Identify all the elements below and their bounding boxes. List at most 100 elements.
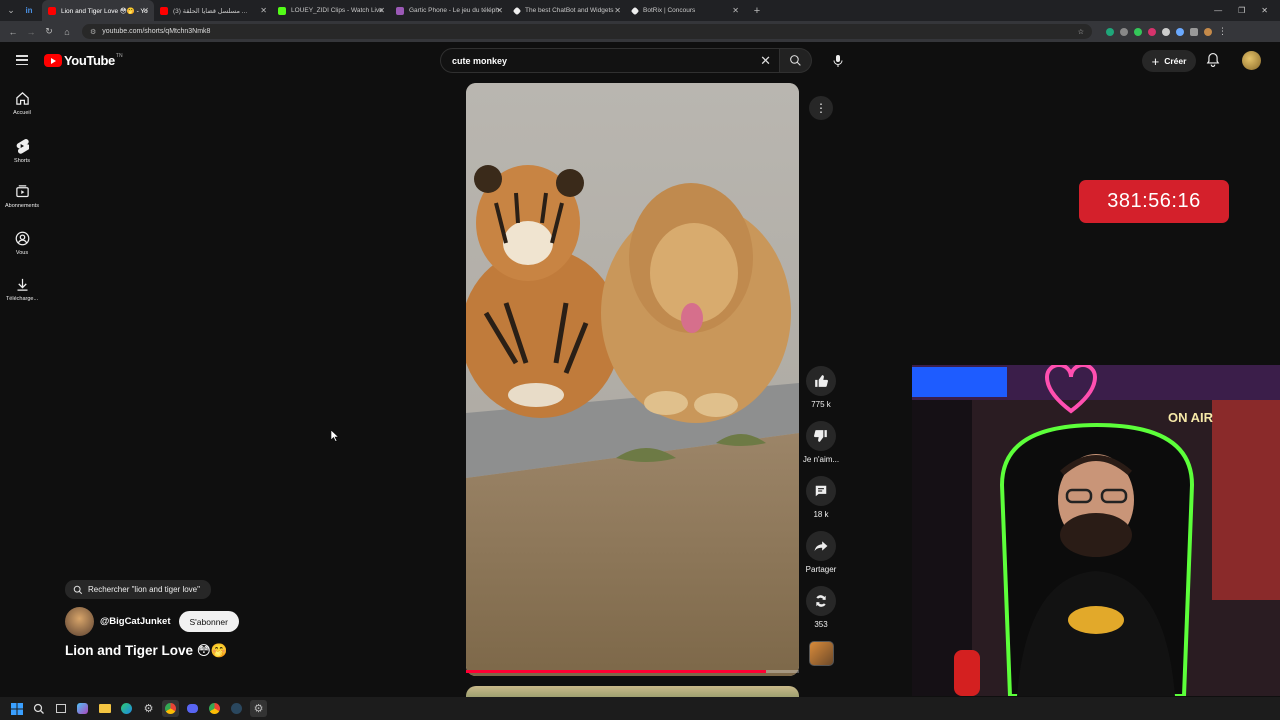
settings-icon[interactable]: ⚙ — [140, 700, 157, 717]
browser-tab-0[interactable]: Lion and Tiger Love 😳🤭 - Yo ✕ — [42, 0, 154, 21]
profile-icon[interactable] — [1204, 27, 1212, 36]
remix-count: 353 — [814, 620, 828, 629]
channel-avatar[interactable] — [65, 607, 94, 636]
minimize-icon[interactable]: — — [1214, 6, 1222, 15]
file-explorer-icon[interactable] — [96, 700, 113, 717]
more-options-button[interactable]: ⋮ — [809, 96, 833, 120]
bookmark-star-icon[interactable]: ☆ — [1078, 28, 1084, 36]
notifications-button[interactable] — [1206, 52, 1220, 73]
copilot-icon[interactable] — [74, 700, 91, 717]
left-nav: Accueil Shorts Abonnements Vous Téléchar… — [0, 86, 44, 319]
browser-tab-2[interactable]: LOUEY_ZIDI Clips - Watch Live ✕ — [272, 0, 390, 21]
webcam-sign: ON AIR — [1168, 410, 1214, 425]
extensions-puzzle-icon[interactable] — [1190, 27, 1198, 36]
video-progress-fill — [466, 670, 766, 673]
site-info-icon[interactable]: ⚙ — [90, 28, 96, 36]
like-button[interactable] — [806, 366, 836, 396]
browser-tab-3[interactable]: Gartic Phone - Le jeu du téléph ✕ — [390, 0, 508, 21]
account-avatar[interactable] — [1242, 51, 1261, 70]
search-input[interactable]: cute monkey ✕ — [440, 48, 780, 73]
forward-icon[interactable]: → — [26, 27, 36, 37]
edge-icon[interactable] — [118, 700, 135, 717]
video-progress-bar[interactable] — [466, 670, 799, 673]
nav-item-vous[interactable]: Vous — [0, 226, 44, 273]
extension-icon[interactable] — [1162, 27, 1170, 36]
tab-search-icon[interactable]: ⌄ — [6, 5, 16, 16]
gartic-favicon-icon — [396, 6, 404, 15]
voice-search-button[interactable] — [826, 49, 850, 73]
close-tab-icon[interactable]: ✕ — [496, 6, 503, 15]
taskbar-search-icon[interactable] — [30, 700, 47, 717]
windows-start-icon[interactable] — [8, 700, 25, 717]
botrix-favicon-icon — [630, 6, 640, 15]
nav-item-shorts[interactable]: Shorts — [0, 133, 44, 180]
reload-icon[interactable]: ↻ — [44, 26, 54, 37]
home-browser-icon[interactable]: ⌂ — [62, 27, 72, 37]
channel-avatar-small[interactable] — [809, 641, 834, 666]
close-tab-icon[interactable]: ✕ — [732, 6, 739, 15]
back-icon[interactable]: ← — [8, 27, 18, 37]
channel-row: @BigCatJunket S'abonner — [65, 607, 239, 636]
search-icon — [73, 585, 83, 594]
browser-menu-icon[interactable]: ⋮ — [1218, 26, 1227, 37]
browser-tab-bar: ⌄ in Lion and Tiger Love 😳🤭 - Yo ✕ مسلسل… — [0, 0, 1280, 21]
search-button[interactable] — [780, 48, 812, 73]
close-tab-icon[interactable]: ✕ — [142, 6, 149, 15]
dislike-button[interactable] — [806, 421, 836, 451]
subscribe-button[interactable]: S'abonner — [178, 611, 239, 632]
remix-icon — [816, 595, 826, 607]
stream-timer: 381:56:16 — [1079, 180, 1229, 223]
channel-name[interactable]: @BigCatJunket — [100, 616, 171, 627]
streamer-webcam-feed — [912, 365, 1280, 696]
nav-item-label: Télécharge... — [5, 296, 39, 302]
remix-action: 353 — [799, 586, 843, 641]
close-window-icon[interactable]: ✕ — [1261, 6, 1268, 15]
thumbs-up-icon — [815, 375, 828, 387]
steam-icon[interactable] — [228, 700, 245, 717]
nav-item-abonnements[interactable]: Abonnements — [0, 179, 44, 226]
tab-label: The best ChatBot and Widgets — [525, 7, 614, 14]
close-tab-icon[interactable]: ✕ — [614, 6, 621, 15]
create-button[interactable]: + Créer — [1142, 50, 1196, 72]
botrix-favicon-icon — [512, 6, 522, 15]
close-tab-icon[interactable]: ✕ — [378, 6, 385, 15]
like-count: 775 k — [811, 400, 831, 409]
close-tab-icon[interactable]: ✕ — [260, 6, 267, 15]
extension-icon[interactable] — [1106, 27, 1114, 36]
task-view-icon[interactable] — [52, 700, 69, 717]
tab-label: Gartic Phone - Le jeu du téléph — [409, 7, 499, 14]
chrome-icon[interactable] — [206, 700, 223, 717]
url-input[interactable]: ⚙ youtube.com/shorts/qMtchn3Nmk8 ☆ — [82, 24, 1092, 39]
discord-icon[interactable] — [184, 700, 201, 717]
nav-item-label: Vous — [15, 249, 29, 256]
remix-button[interactable] — [806, 586, 836, 616]
lion-and-tiger-video-frame — [466, 83, 799, 676]
nav-item-telechargements[interactable]: Télécharge... — [0, 272, 44, 319]
browser-tab-4[interactable]: The best ChatBot and Widgets ✕ — [508, 0, 626, 21]
video-title: Lion and Tiger Love 😳🤭 — [65, 643, 228, 658]
nav-item-accueil[interactable]: Accueil — [0, 86, 44, 133]
maximize-icon[interactable]: ❐ — [1238, 6, 1245, 15]
browser-tab-5[interactable]: BotRix | Concours ✕ — [626, 0, 744, 21]
extension-icon[interactable] — [1134, 27, 1142, 36]
extension-icon[interactable] — [1120, 27, 1128, 36]
youtube-logo[interactable]: YouTube TN — [44, 53, 123, 68]
search-suggestion-chip[interactable]: Rechercher "lion and tiger love" — [65, 580, 211, 599]
gear-app-icon[interactable]: ⚙ — [250, 700, 267, 717]
new-tab-icon[interactable]: + — [752, 5, 762, 17]
logo-text: YouTube — [64, 53, 115, 68]
clear-search-icon[interactable]: ✕ — [760, 53, 771, 69]
create-label: Créer — [1164, 56, 1187, 66]
chrome-icon[interactable] — [162, 700, 179, 717]
extension-icon[interactable] — [1148, 27, 1156, 36]
download-icon — [17, 278, 27, 291]
comments-button[interactable] — [806, 476, 836, 506]
browser-tab-1[interactable]: مسلسل قضايا الحلقة (3) ... ✕ — [154, 0, 272, 21]
share-button[interactable] — [806, 531, 836, 561]
tab-label: BotRix | Concours — [643, 7, 696, 14]
mouse-cursor-icon — [331, 430, 339, 442]
menu-hamburger-icon[interactable] — [16, 55, 28, 65]
extension-icon[interactable] — [1176, 27, 1184, 36]
linkedin-icon[interactable]: in — [24, 6, 34, 15]
short-video-player[interactable] — [466, 83, 799, 676]
